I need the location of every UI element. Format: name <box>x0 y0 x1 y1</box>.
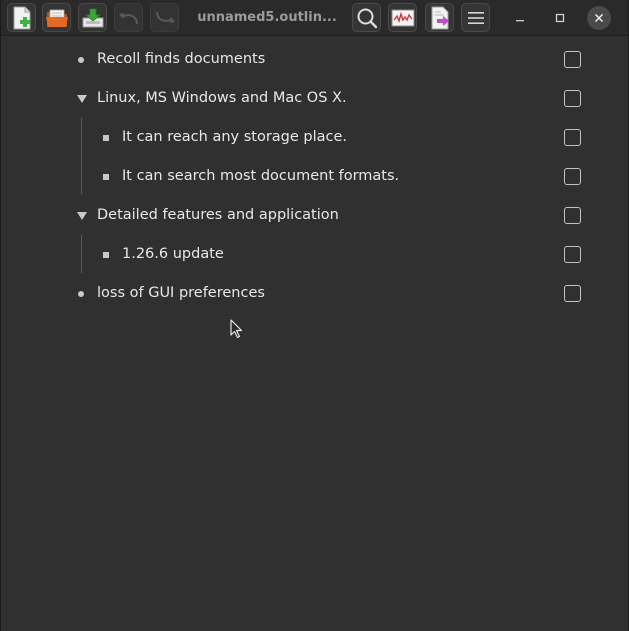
expander-triangle-icon[interactable] <box>77 212 87 220</box>
outline-item-text[interactable]: Recoll finds documents <box>97 40 265 79</box>
outline-row[interactable]: 1.26.6 update <box>1 235 628 274</box>
bullet-square-icon <box>103 135 109 141</box>
hamburger-menu-icon <box>467 11 484 24</box>
minimize-icon <box>516 20 524 22</box>
app-window: unnamed5.outlin... Recoll finds document… <box>0 0 629 631</box>
mouse-pointer-icon <box>230 319 243 339</box>
redo-button[interactable] <box>150 3 179 32</box>
done-checkbox[interactable] <box>564 51 581 68</box>
done-checkbox[interactable] <box>564 90 581 107</box>
done-checkbox[interactable] <box>564 285 581 302</box>
expander-triangle-icon[interactable] <box>77 95 87 103</box>
outline-row[interactable]: Detailed features and application <box>1 196 628 235</box>
new-file-icon <box>13 6 30 29</box>
done-checkbox[interactable] <box>564 246 581 263</box>
open-folder-icon <box>45 9 68 27</box>
outline-item-text[interactable]: 1.26.6 update <box>122 235 224 274</box>
maximize-button[interactable] <box>548 6 572 30</box>
undo-icon <box>118 12 138 24</box>
close-icon <box>594 13 604 23</box>
outline-view[interactable]: Recoll finds documents Linux, MS Windows… <box>1 36 628 631</box>
bullet-dot-icon <box>78 57 84 63</box>
waveform-icon <box>391 9 414 26</box>
outline-item-text[interactable]: Linux, MS Windows and Mac OS X. <box>97 79 347 118</box>
save-button[interactable] <box>78 3 107 32</box>
search-icon <box>357 8 377 28</box>
done-checkbox[interactable] <box>564 129 581 146</box>
outline-item-text[interactable]: It can search most document formats. <box>122 157 399 196</box>
outline-row[interactable]: Recoll finds documents <box>1 40 628 79</box>
maximize-icon <box>555 13 565 23</box>
open-button[interactable] <box>42 3 71 32</box>
save-icon <box>82 8 103 27</box>
bullet-square-icon <box>103 252 109 258</box>
bullet-dot-icon <box>78 291 84 297</box>
bullet-square-icon <box>103 174 109 180</box>
main-menu-button[interactable] <box>461 3 490 32</box>
header-bar: unnamed5.outlin... <box>1 0 628 36</box>
redo-icon <box>155 11 175 23</box>
window-title: unnamed5.outlin... <box>197 10 337 25</box>
undo-button[interactable] <box>114 3 143 32</box>
done-checkbox[interactable] <box>564 207 581 224</box>
export-button[interactable] <box>425 3 454 32</box>
outline-row[interactable]: Linux, MS Windows and Mac OS X. <box>1 79 628 118</box>
close-button[interactable] <box>587 6 611 30</box>
new-document-button[interactable] <box>7 3 36 32</box>
export-icon <box>431 6 449 29</box>
outline-row[interactable]: loss of GUI preferences <box>1 274 628 313</box>
minimize-button[interactable] <box>508 6 532 30</box>
outline-item-text[interactable]: loss of GUI preferences <box>97 274 265 313</box>
search-button[interactable] <box>352 3 381 32</box>
outline-item-text[interactable]: It can reach any storage place. <box>122 118 347 157</box>
preview-button[interactable] <box>388 3 417 32</box>
outline-row[interactable]: It can reach any storage place. <box>1 118 628 157</box>
done-checkbox[interactable] <box>564 168 581 185</box>
outline-item-text[interactable]: Detailed features and application <box>97 196 339 235</box>
outline-row[interactable]: It can search most document formats. <box>1 157 628 196</box>
